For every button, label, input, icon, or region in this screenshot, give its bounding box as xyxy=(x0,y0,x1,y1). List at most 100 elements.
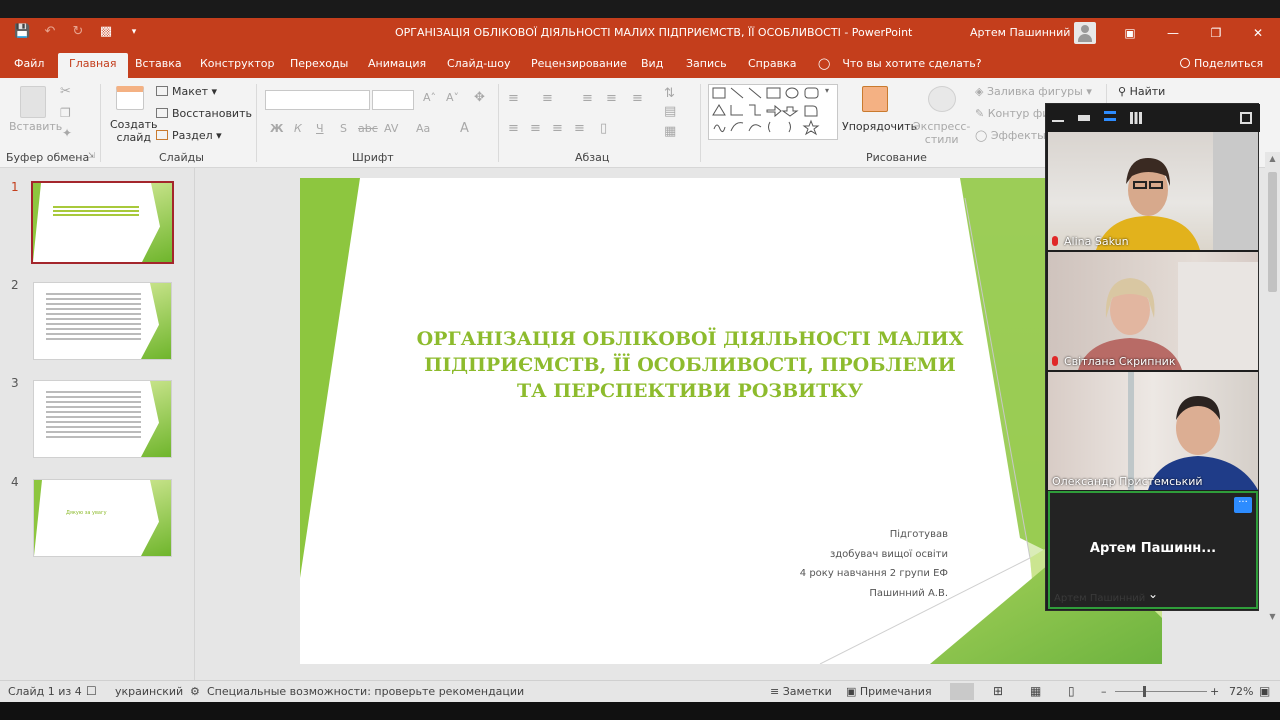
slide-thumbnails-pane[interactable]: 1 2 3 4 Дякую за увагу xyxy=(0,168,195,680)
more-options-button[interactable]: ··· xyxy=(1234,497,1252,513)
zoom-level[interactable]: 72% xyxy=(1229,685,1253,698)
zoom-slider-thumb[interactable] xyxy=(1143,686,1146,697)
strip-view-icon[interactable] xyxy=(1104,111,1116,121)
comments-button[interactable]: ▣ Примечания xyxy=(846,685,932,698)
minimize-panel-icon[interactable] xyxy=(1052,112,1064,122)
copy-icon[interactable]: ❐ xyxy=(60,106,71,120)
tell-me-search[interactable]: ◯ Что вы хотите сделать? xyxy=(818,57,982,70)
reset-button[interactable]: Восстановить xyxy=(156,107,252,120)
customize-qat-icon[interactable]: ▾ xyxy=(126,24,142,40)
strikethrough-icon[interactable]: abc xyxy=(358,122,378,135)
cut-icon[interactable]: ✂ xyxy=(60,84,71,99)
smartart-icon[interactable]: ▦ xyxy=(664,124,676,139)
bullets-icon[interactable]: ≡ xyxy=(508,91,519,106)
shapes-icons[interactable] xyxy=(709,85,837,139)
language-status[interactable]: украинский xyxy=(115,685,183,698)
new-slide-icon[interactable] xyxy=(116,86,144,110)
scrollbar-thumb[interactable] xyxy=(1268,172,1277,292)
italic-icon[interactable]: К xyxy=(294,122,302,135)
tab-insert[interactable]: Вставка xyxy=(135,57,182,70)
shapes-scroll-icon[interactable]: ▾ xyxy=(825,86,829,95)
account-avatar[interactable] xyxy=(1074,22,1096,44)
font-name-box[interactable] xyxy=(265,90,370,110)
chevron-down-icon[interactable]: ⌄ xyxy=(1148,587,1158,601)
present-from-beginning-icon[interactable]: ▩ xyxy=(98,24,114,40)
close-icon[interactable]: ✕ xyxy=(1248,24,1268,42)
fit-to-window-icon[interactable]: ▣ xyxy=(1259,684,1270,698)
undo-icon[interactable]: ↶ xyxy=(42,24,58,40)
spacing-icon[interactable]: AV xyxy=(384,122,398,135)
accessibility-status[interactable]: Специальные возможности: проверьте реком… xyxy=(207,685,524,698)
align-center-icon[interactable]: ≡ xyxy=(530,121,541,136)
slide-canvas[interactable]: ОРГАНІЗАЦІЯ ОБЛІКОВОЇ ДІЯЛЬНОСТІ МАЛИХ П… xyxy=(300,178,1162,664)
bold-icon[interactable]: Ж xyxy=(270,122,283,135)
decrease-indent-icon[interactable]: ≡ xyxy=(582,91,593,106)
quick-styles-button[interactable]: Экспресс-стили xyxy=(913,120,970,146)
justify-icon[interactable]: ≡ xyxy=(574,121,585,136)
text-direction-icon[interactable]: ⇅ xyxy=(664,86,675,101)
font-size-box[interactable] xyxy=(372,90,414,110)
tab-home[interactable]: Главная xyxy=(58,53,128,78)
shape-effects-button[interactable]: ◯ Эффекты xyxy=(975,129,1046,142)
minimize-icon[interactable]: — xyxy=(1163,24,1183,42)
slideshow-view-icon[interactable]: ▯ xyxy=(1068,684,1075,698)
section-button[interactable]: Раздел ▾ xyxy=(156,129,222,142)
tab-transitions[interactable]: Переходы xyxy=(290,57,348,70)
accessibility-icon[interactable]: ⚙ xyxy=(190,685,200,698)
font-color-icon[interactable]: A xyxy=(460,121,469,136)
change-case-icon[interactable]: Aa xyxy=(416,122,430,135)
self-view-tile[interactable]: ··· Артем Пашинн... Артем Пашинний ⌄ xyxy=(1048,491,1258,609)
save-icon[interactable]: 💾 xyxy=(14,24,30,40)
participant-video-3[interactable]: Олександр Пристемський xyxy=(1048,372,1258,490)
shape-fill-button[interactable]: ◈ Заливка фигуры ▾ xyxy=(975,85,1092,98)
slide-title[interactable]: ОРГАНІЗАЦІЯ ОБЛІКОВОЇ ДІЯЛЬНОСТІ МАЛИХ П… xyxy=(400,326,980,404)
participant-video-1[interactable]: Alina Sakun xyxy=(1048,132,1258,250)
slide-thumbnail-3[interactable] xyxy=(33,380,172,458)
notes-button[interactable]: ≡ Заметки xyxy=(770,685,832,698)
restore-icon[interactable]: ❐ xyxy=(1206,24,1226,42)
tab-slideshow[interactable]: Слайд-шоу xyxy=(447,57,510,70)
tab-design[interactable]: Конструктор xyxy=(200,57,274,70)
scroll-up-icon[interactable]: ▲ xyxy=(1268,154,1277,163)
shadow-icon[interactable]: S xyxy=(340,122,347,135)
tab-view[interactable]: Вид xyxy=(641,57,663,70)
columns-icon[interactable]: ▯ xyxy=(600,121,607,136)
arrange-icon[interactable] xyxy=(862,86,888,112)
tab-animations[interactable]: Анимация xyxy=(368,57,426,70)
zoom-in-icon[interactable]: + xyxy=(1210,685,1219,698)
shape-outline-button[interactable]: ✎ Контур фи xyxy=(975,107,1049,120)
increase-indent-icon[interactable]: ≡ xyxy=(606,91,617,106)
clear-formatting-icon[interactable]: ✥ xyxy=(474,90,485,105)
slide-subtitle[interactable]: Підготував здобувач вищої освіти 4 року … xyxy=(800,525,948,603)
underline-icon[interactable]: Ч xyxy=(316,122,324,135)
tab-review[interactable]: Рецензирование xyxy=(531,57,627,70)
normal-view-icon[interactable] xyxy=(950,683,974,700)
exit-panel-icon[interactable] xyxy=(1240,112,1252,124)
paste-button[interactable]: Вставить xyxy=(9,120,62,133)
tab-help[interactable]: Справка xyxy=(748,57,796,70)
zoom-out-icon[interactable]: – xyxy=(1101,685,1107,698)
new-slide-button[interactable]: Создать слайд xyxy=(110,118,158,144)
find-button[interactable]: ⚲ Найти xyxy=(1118,85,1165,98)
redo-icon[interactable]: ↻ xyxy=(70,24,86,40)
vertical-scrollbar[interactable]: ▲ ▼ xyxy=(1265,152,1280,628)
align-right-icon[interactable]: ≡ xyxy=(552,121,563,136)
slide-thumbnail-2[interactable] xyxy=(33,282,172,360)
shapes-gallery[interactable] xyxy=(708,84,838,140)
scroll-down-icon[interactable]: ▼ xyxy=(1268,612,1277,621)
slide-thumbnail-1[interactable] xyxy=(31,181,174,264)
slide-sorter-icon[interactable]: ⊞ xyxy=(993,684,1003,698)
reading-view-icon[interactable]: ▦ xyxy=(1030,684,1041,698)
format-painter-icon[interactable]: ✦ xyxy=(62,126,72,140)
tab-record[interactable]: Запись xyxy=(686,57,727,70)
shrink-font-icon[interactable]: A˅ xyxy=(446,91,459,104)
arrange-button[interactable]: Упорядочить xyxy=(842,120,917,133)
spellcheck-icon[interactable]: ☐ xyxy=(86,684,97,698)
share-button[interactable]: Поделиться xyxy=(1180,57,1263,70)
speaker-view-icon[interactable] xyxy=(1078,115,1090,121)
slide-thumbnail-4[interactable]: Дякую за увагу xyxy=(33,479,172,557)
ribbon-display-icon[interactable]: ▣ xyxy=(1120,24,1140,42)
paste-icon[interactable] xyxy=(20,86,46,118)
zoom-slider[interactable] xyxy=(1115,691,1207,692)
grow-font-icon[interactable]: A˄ xyxy=(423,91,436,104)
